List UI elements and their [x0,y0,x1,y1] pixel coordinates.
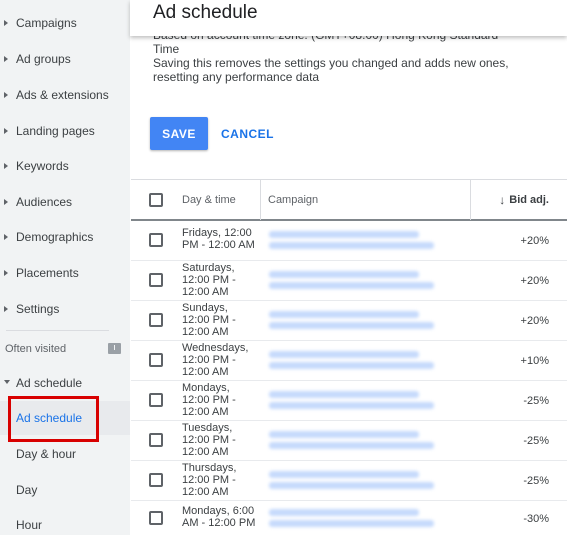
row-checkbox[interactable] [149,273,163,287]
table-row[interactable]: Saturdays, 12:00 PM - 12:00 AM +20% [131,261,567,301]
table-row[interactable]: Fridays, 12:00 PM - 12:00 AM +20% [131,221,567,261]
sidebar-item-keywords[interactable]: Keywords [0,148,130,184]
sidebar-item-audiences[interactable]: Audiences [0,184,130,220]
sidebar-section-ad-schedule[interactable]: Ad schedule [0,372,130,394]
save-button[interactable]: SAVE [150,117,208,150]
bid-adj-cell: -30% [523,513,549,525]
day-time-cell: Thursdays, 12:00 PM - 12:00 AM [182,462,237,498]
campaign-cell-blurred[interactable] [269,351,439,373]
column-day-time[interactable]: Day & time [182,180,236,220]
table-row[interactable]: Wednesdays, 12:00 PM - 12:00 AM +10% [131,341,567,381]
campaign-cell-blurred[interactable] [269,471,439,493]
caret-right-icon [4,20,8,26]
select-all-checkbox[interactable] [149,193,163,207]
caret-right-icon [4,270,8,276]
column-bid-adj[interactable]: ↓ Bid adj. [499,180,549,220]
sort-down-icon: ↓ [499,193,506,207]
campaign-cell-blurred[interactable] [269,231,439,253]
campaign-cell-blurred[interactable] [269,271,439,293]
sidebar-subitem-day[interactable]: Day [0,473,130,507]
sidebar-item-demographics[interactable]: Demographics [0,219,130,255]
sidebar-item-ads-extensions[interactable]: Ads & extensions [0,77,130,113]
caret-right-icon [4,92,8,98]
table-row[interactable]: Sundays, 12:00 PM - 12:00 AM +20% [131,301,567,341]
row-checkbox[interactable] [149,473,163,487]
campaign-cell-blurred[interactable] [269,431,439,453]
day-time-cell: Fridays, 12:00 PM - 12:00 AM [182,227,255,251]
column-divider [260,180,261,220]
often-visited-label: Often visited [5,343,67,355]
bid-adj-cell: +20% [520,235,549,247]
bid-adj-cell: -25% [523,435,549,447]
info-text: Based on account time zone: (GMT+08:00) … [153,28,509,84]
row-checkbox[interactable] [149,433,163,447]
caret-right-icon [4,163,8,169]
caret-right-icon [4,128,8,134]
sidebar: Campaigns Ad groups Ads & extensions Lan… [0,0,130,535]
bid-adj-cell: +20% [520,275,549,287]
sidebar-item-settings[interactable]: Settings [0,291,130,327]
sidebar-item-placements[interactable]: Placements [0,255,130,291]
sidebar-divider [6,330,109,331]
bid-adj-cell: +10% [520,355,549,367]
cancel-button[interactable]: CANCEL [221,117,274,150]
bid-adj-cell: +20% [520,315,549,327]
day-time-cell: Tuesdays, 12:00 PM - 12:00 AM [182,422,236,458]
table-row[interactable]: Thursdays, 12:00 PM - 12:00 AM -25% [131,461,567,501]
page-title: Ad schedule [153,2,258,23]
campaign-cell-blurred[interactable] [269,311,439,333]
day-time-cell: Mondays, 6:00 AM - 12:00 PM [182,505,256,529]
table-row[interactable]: Mondays, 12:00 PM - 12:00 AM -25% [131,381,567,421]
row-checkbox[interactable] [149,313,163,327]
panel-header: Ad schedule [130,0,567,36]
row-checkbox[interactable] [149,393,163,407]
day-time-cell: Sundays, 12:00 PM - 12:00 AM [182,302,236,338]
table-row[interactable]: Mondays, 6:00 AM - 12:00 PM -30% [131,501,567,535]
column-campaign[interactable]: Campaign [268,180,318,220]
table-header: Day & time Campaign ↓ Bid adj. [131,179,567,221]
highlight-annotation [8,396,99,442]
sidebar-item-ad-groups[interactable]: Ad groups [0,41,130,77]
row-checkbox[interactable] [149,353,163,367]
sidebar-subitem-day-hour[interactable]: Day & hour [0,437,130,471]
column-divider [470,180,471,220]
sidebar-item-campaigns[interactable]: Campaigns [0,5,130,41]
table-row[interactable]: Tuesdays, 12:00 PM - 12:00 AM -25% [131,421,567,461]
caret-right-icon [4,234,8,240]
sidebar-subitem-hour[interactable]: Hour [0,508,130,535]
bid-adj-cell: -25% [523,395,549,407]
campaign-cell-blurred[interactable] [269,391,439,413]
bid-adj-cell: -25% [523,475,549,487]
day-time-cell: Saturdays, 12:00 PM - 12:00 AM [182,262,236,298]
campaign-cell-blurred[interactable] [269,509,439,531]
schedule-table: Day & time Campaign ↓ Bid adj. Fridays, … [131,179,567,535]
day-time-cell: Wednesdays, 12:00 PM - 12:00 AM [182,342,249,378]
sidebar-item-landing-pages[interactable]: Landing pages [0,113,130,149]
day-time-cell: Mondays, 12:00 PM - 12:00 AM [182,382,236,418]
caret-right-icon [4,199,8,205]
caret-down-icon [4,380,10,384]
feedback-icon[interactable] [108,343,121,354]
row-checkbox[interactable] [149,233,163,247]
caret-right-icon [4,56,8,62]
row-checkbox[interactable] [149,511,163,525]
caret-right-icon [4,306,8,312]
